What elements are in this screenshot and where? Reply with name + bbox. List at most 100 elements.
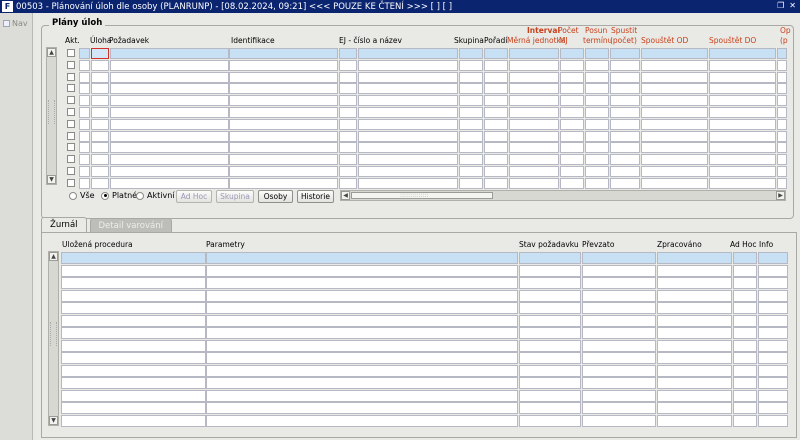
plan-cell[interactable]	[585, 118, 609, 130]
plan-cell[interactable]	[777, 130, 787, 142]
plan-cell[interactable]	[229, 95, 338, 107]
plan-cell[interactable]	[91, 142, 109, 154]
plan-cell[interactable]	[229, 59, 338, 71]
plan-cell[interactable]	[229, 118, 338, 130]
journal-cell[interactable]	[582, 364, 656, 377]
plan-cell[interactable]	[358, 83, 458, 95]
plan-cell[interactable]	[610, 118, 640, 130]
plan-cell[interactable]	[560, 59, 584, 71]
journal-cell[interactable]	[206, 289, 518, 302]
plan-cell[interactable]	[560, 48, 584, 59]
journal-cell[interactable]	[657, 277, 732, 289]
plan-cell[interactable]	[641, 59, 708, 71]
plan-cell[interactable]	[339, 154, 357, 166]
journal-cell[interactable]	[61, 289, 206, 302]
horizontal-scroll-thumb[interactable]: ::::::::::::::	[351, 192, 493, 199]
plan-cell[interactable]	[610, 95, 640, 107]
journal-cell[interactable]	[582, 414, 656, 427]
plan-cell[interactable]	[560, 83, 584, 95]
journal-cell[interactable]	[61, 414, 206, 427]
plan-cell[interactable]	[777, 71, 787, 83]
journal-cell[interactable]	[758, 314, 788, 327]
restore-icon[interactable]: ❐	[777, 1, 784, 10]
plan-cell[interactable]	[229, 48, 338, 59]
journal-cell[interactable]	[758, 339, 788, 352]
skupina-button[interactable]: Skupina	[216, 190, 254, 203]
journal-cell[interactable]	[733, 289, 757, 302]
plan-cell[interactable]	[641, 71, 708, 83]
plan-cell[interactable]	[585, 71, 609, 83]
journal-cell[interactable]	[519, 389, 581, 402]
journal-cell[interactable]	[733, 277, 757, 289]
journal-cell[interactable]	[519, 414, 581, 427]
journal-cell[interactable]	[61, 339, 206, 352]
journal-cell[interactable]	[61, 352, 206, 364]
journal-cell[interactable]	[582, 289, 656, 302]
journal-scroll-grip[interactable]	[50, 322, 57, 346]
journal-cell[interactable]	[758, 252, 788, 264]
active-checkbox[interactable]	[67, 167, 75, 175]
plan-cell[interactable]	[484, 59, 508, 71]
plan-cell[interactable]	[459, 130, 483, 142]
plan-cell[interactable]	[339, 83, 357, 95]
radio-aktivni[interactable]	[136, 191, 144, 200]
plan-cell[interactable]	[560, 118, 584, 130]
plan-cell[interactable]	[339, 118, 357, 130]
journal-cell[interactable]	[61, 402, 206, 414]
plan-cell[interactable]	[610, 166, 640, 177]
active-checkbox[interactable]	[67, 96, 75, 105]
filter-option-platne[interactable]: Platné	[101, 191, 137, 200]
plan-cell[interactable]	[560, 95, 584, 107]
plan-cell[interactable]	[585, 48, 609, 59]
plan-cell[interactable]	[585, 142, 609, 154]
plan-cell[interactable]	[339, 59, 357, 71]
nav-button[interactable]: Nav	[3, 19, 28, 28]
plan-cell[interactable]	[777, 95, 787, 107]
active-checkbox[interactable]	[67, 108, 75, 116]
journal-cell[interactable]	[733, 364, 757, 377]
plan-cell[interactable]	[459, 59, 483, 71]
plan-cell[interactable]	[358, 130, 458, 142]
journal-cell[interactable]	[733, 327, 757, 339]
plan-cell[interactable]	[610, 71, 640, 83]
plan-cell[interactable]	[79, 83, 90, 95]
plan-cell[interactable]	[110, 59, 229, 71]
plan-cell[interactable]	[509, 107, 559, 118]
osoby-button[interactable]: Osoby	[258, 190, 293, 203]
journal-cell[interactable]	[582, 389, 656, 402]
plan-cell[interactable]	[777, 154, 787, 166]
plan-cell[interactable]	[585, 95, 609, 107]
plan-cell[interactable]	[459, 48, 483, 59]
journal-cell[interactable]	[206, 264, 518, 277]
scroll-left-icon[interactable]: ◀	[341, 191, 350, 200]
plan-cell[interactable]	[585, 83, 609, 95]
plan-cell[interactable]	[229, 166, 338, 177]
plan-cell[interactable]	[459, 118, 483, 130]
plans-horizontal-scrollbar[interactable]: ◀ :::::::::::::: ▶	[340, 190, 786, 201]
journal-scroll-up-icon[interactable]: ▲	[49, 252, 58, 261]
active-checkbox[interactable]	[67, 178, 75, 187]
journal-scroll-down-icon[interactable]: ▼	[49, 416, 58, 425]
plan-cell[interactable]	[339, 142, 357, 154]
plan-cell[interactable]	[91, 177, 109, 189]
plan-cell[interactable]	[110, 166, 229, 177]
plan-cell[interactable]	[777, 142, 787, 154]
journal-cell[interactable]	[657, 264, 732, 277]
plan-cell[interactable]	[110, 71, 229, 83]
journal-cell[interactable]	[582, 352, 656, 364]
plan-cell[interactable]	[110, 130, 229, 142]
plan-cell[interactable]	[484, 166, 508, 177]
plan-cell[interactable]	[459, 71, 483, 83]
plan-cell[interactable]	[229, 83, 338, 95]
plan-cell[interactable]	[91, 154, 109, 166]
journal-vertical-scrollbar[interactable]: ▲ ▼	[48, 251, 59, 426]
journal-cell[interactable]	[657, 352, 732, 364]
journal-cell[interactable]	[657, 302, 732, 314]
plan-cell[interactable]	[229, 71, 338, 83]
journal-cell[interactable]	[206, 314, 518, 327]
plan-cell[interactable]	[509, 130, 559, 142]
plan-cell[interactable]	[358, 154, 458, 166]
plan-cell[interactable]	[560, 107, 584, 118]
plan-cell[interactable]	[459, 142, 483, 154]
journal-cell[interactable]	[733, 264, 757, 277]
